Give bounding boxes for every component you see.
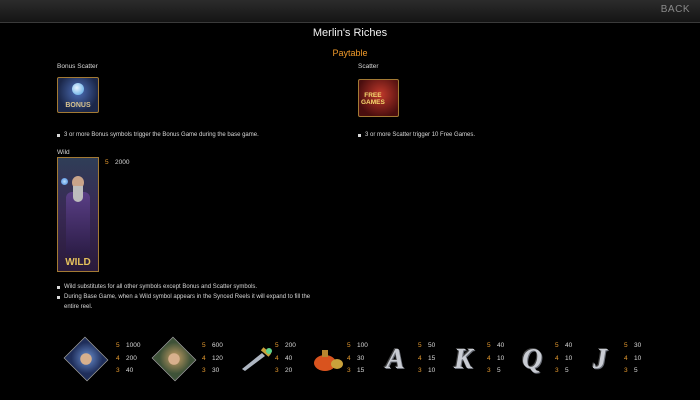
pay-count: 5 <box>202 342 206 349</box>
letter-k-paytable: 5 40 4 10 35 <box>487 340 504 378</box>
letter-j-icon: J <box>593 344 607 375</box>
pay-count: 4 <box>418 354 422 362</box>
pay-count: 4 <box>275 354 279 362</box>
queen-paytable: 5 600 4 120 3 30 <box>202 340 223 378</box>
king-icon <box>63 336 109 382</box>
sword-paytable: 5 200 4 40 3 20 <box>275 340 296 378</box>
pay-count: 4 <box>202 354 206 362</box>
pay-value: 1000 <box>126 342 141 349</box>
potion-icon <box>314 350 343 371</box>
wild-desc-text-2: During Base Game, when a Wild symbol app… <box>64 294 311 300</box>
pay-count: 5 <box>105 159 109 166</box>
letter-k-icon: K <box>454 344 473 375</box>
pay-count: 5 <box>487 342 491 349</box>
wild-desc-text-1: Wild substitutes for all other symbols e… <box>64 284 258 290</box>
king-face <box>80 353 92 365</box>
page-subtitle: Paytable <box>332 48 368 58</box>
pay-count: 4 <box>624 354 628 362</box>
scatter-symbol-text-line1: FREE <box>364 92 382 99</box>
pay-value: 5 <box>634 367 638 374</box>
pay-count: 3 <box>624 367 628 374</box>
pay-value: 10 <box>428 367 436 374</box>
sword-icon <box>242 347 272 371</box>
pay-value: 600 <box>212 342 223 349</box>
pay-value: 20 <box>285 367 293 374</box>
wild-symbol-icon: WILD <box>57 157 99 272</box>
bonus-scatter-desc-text: 3 or more Bonus symbols trigger the Bonu… <box>64 132 259 138</box>
scatter-symbol-icon: FREE GAMES <box>358 79 399 117</box>
bullet-icon <box>57 295 60 299</box>
pay-value: 100 <box>357 342 368 349</box>
bonus-symbol-icon: BONUS <box>57 77 99 113</box>
pay-count: 4 <box>116 354 120 362</box>
bullet-icon <box>358 133 361 137</box>
queen-face <box>168 353 180 365</box>
wizard-beard <box>73 186 83 202</box>
letter-a-icon: A <box>386 344 405 375</box>
magic-orb-icon <box>61 178 68 185</box>
pay-value: 50 <box>428 342 436 349</box>
pay-count: 3 <box>202 367 206 374</box>
pay-value: 10 <box>634 354 642 362</box>
letter-q-paytable: 5 40 4 10 35 <box>555 340 572 378</box>
pay-value: 10 <box>565 354 573 362</box>
pay-value: 30 <box>212 367 220 374</box>
pay-count: 5 <box>116 342 120 349</box>
pay-value: 200 <box>126 354 137 362</box>
pay-count: 5 <box>418 342 422 349</box>
letter-q-icon: Q <box>522 344 543 375</box>
pay-value: 30 <box>357 354 365 362</box>
pay-value: 120 <box>212 354 223 362</box>
back-button[interactable]: BACK <box>661 4 690 15</box>
wild-label: Wild <box>57 149 70 156</box>
pay-value: 40 <box>497 342 505 349</box>
wild-paytable: 5 2000 <box>105 157 129 170</box>
pay-value: 30 <box>634 342 642 349</box>
pay-count: 3 <box>275 367 279 374</box>
pay-count: 5 <box>555 342 559 349</box>
potion-paytable: 5 100 4 30 3 15 <box>347 340 368 378</box>
pay-value: 5 <box>565 367 569 374</box>
pay-count: 3 <box>555 367 559 374</box>
pay-count: 3 <box>347 367 351 374</box>
bonus-scatter-description: 3 or more Bonus symbols trigger the Bonu… <box>57 130 337 140</box>
bonus-symbol-text: BONUS <box>65 102 91 109</box>
pay-count: 5 <box>624 342 628 349</box>
pay-value: 40 <box>126 367 134 374</box>
pay-value: 5 <box>497 367 501 374</box>
crystal-orb-icon <box>72 83 84 95</box>
bonus-scatter-label: Bonus Scatter <box>57 63 98 70</box>
scatter-symbol-text-line2: GAMES <box>361 99 385 106</box>
queen-icon <box>151 336 197 382</box>
pay-value: 15 <box>428 354 436 362</box>
pay-value: 40 <box>565 342 573 349</box>
page-title: Merlin's Riches <box>312 27 388 39</box>
pay-value: 200 <box>285 342 296 349</box>
scatter-symbol-text: FREE GAMES <box>361 92 385 106</box>
pay-count: 5 <box>347 342 351 349</box>
pay-value: 2000 <box>115 159 130 166</box>
bullet-icon <box>57 285 60 289</box>
top-bar: BACK <box>0 0 700 23</box>
pay-count: 4 <box>487 354 491 362</box>
pay-value: 40 <box>285 354 293 362</box>
scatter-label: Scatter <box>358 63 379 70</box>
king-paytable: 5 1000 4 200 3 40 <box>116 340 140 378</box>
letter-a-paytable: 5 50 4 15 3 10 <box>418 340 435 378</box>
pay-count: 4 <box>555 354 559 362</box>
pay-count: 3 <box>116 367 120 374</box>
wild-description: Wild substitutes for all other symbols e… <box>57 282 347 312</box>
pay-count: 5 <box>275 342 279 349</box>
pay-count: 3 <box>418 367 422 374</box>
wild-symbol-text: WILD <box>65 257 91 268</box>
bullet-icon <box>57 133 60 137</box>
pay-count: 3 <box>487 367 491 374</box>
scatter-description: 3 or more Scatter trigger 10 Free Games. <box>358 130 658 140</box>
scatter-desc-text: 3 or more Scatter trigger 10 Free Games. <box>365 132 476 138</box>
pay-value: 10 <box>497 354 505 362</box>
letter-j-paytable: 5 30 4 10 35 <box>624 340 641 378</box>
pay-value: 15 <box>357 367 365 374</box>
pay-count: 4 <box>347 354 351 362</box>
wild-desc-text-3: entire reel. <box>64 304 93 310</box>
